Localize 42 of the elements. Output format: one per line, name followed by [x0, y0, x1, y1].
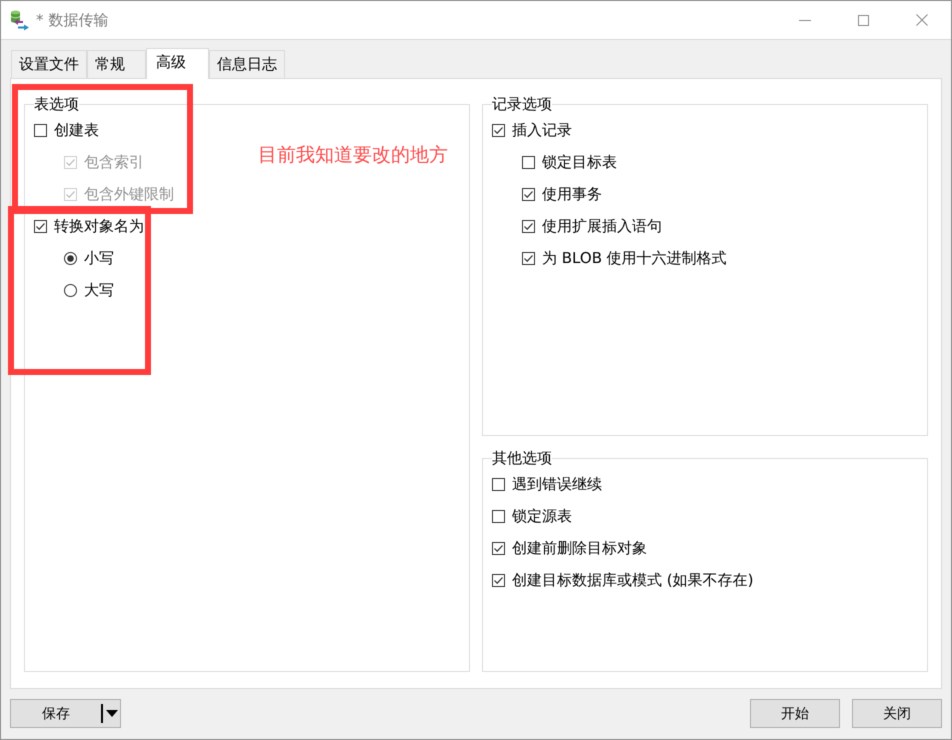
checkbox-label[interactable]: 锁定目标表 — [542, 152, 617, 172]
checkbox[interactable] — [522, 188, 535, 200]
checkbox[interactable] — [492, 510, 505, 522]
close-icon[interactable] — [916, 14, 928, 26]
radio-button[interactable] — [64, 284, 77, 296]
checkbox[interactable] — [34, 220, 47, 232]
radio-button[interactable] — [64, 252, 77, 264]
group-title: 记录选项 — [492, 95, 552, 113]
tab[interactable]: 设置文件 — [11, 50, 87, 78]
checkbox[interactable] — [492, 542, 505, 554]
checkbox-label[interactable]: 创建前删除目标对象 — [512, 538, 647, 558]
group-title: 其他选项 — [492, 449, 552, 467]
checkbox-label[interactable]: 为 BLOB 使用十六进制格式 — [542, 248, 727, 268]
tab[interactable]: 常规 — [87, 50, 146, 78]
checkbox[interactable] — [522, 252, 535, 264]
group-title: 表选项 — [34, 95, 79, 113]
checkbox-label[interactable]: 转换对象名为 — [54, 216, 144, 236]
checkbox[interactable] — [522, 220, 535, 232]
checkbox-label[interactable]: 使用扩展插入语句 — [542, 216, 662, 236]
tab[interactable]: 高级 — [146, 48, 209, 79]
dialog-button[interactable]: 开始 — [750, 699, 840, 728]
maximize-icon[interactable] — [858, 14, 869, 26]
checkbox[interactable] — [522, 156, 535, 168]
dialog-button[interactable]: 关闭 — [852, 699, 942, 728]
window-title: * 数据传输 — [36, 10, 108, 30]
checkbox-label[interactable]: 使用事务 — [542, 184, 602, 204]
checkbox-label[interactable]: 创建目标数据库或模式 (如果不存在) — [512, 570, 754, 590]
checkbox[interactable] — [34, 124, 47, 136]
radio-label[interactable]: 小写 — [84, 248, 114, 268]
caret-icon[interactable] — [106, 710, 118, 717]
annotation-note: 目前我知道要改的地方 — [258, 143, 448, 168]
checkbox-label[interactable]: 遇到错误继续 — [512, 474, 602, 494]
radio-label[interactable]: 大写 — [84, 280, 114, 300]
checkbox-label[interactable]: 创建表 — [54, 120, 99, 140]
checkbox[interactable] — [492, 574, 505, 586]
checkbox-label[interactable]: 插入记录 — [512, 120, 572, 140]
save-split-button[interactable]: 保存 — [10, 699, 121, 728]
tab[interactable]: 信息日志 — [209, 50, 285, 78]
checkbox[interactable] — [492, 478, 505, 490]
checkbox-label[interactable]: 锁定源表 — [512, 506, 572, 526]
checkbox[interactable] — [492, 124, 505, 136]
database-arrows-icon — [10, 10, 30, 30]
